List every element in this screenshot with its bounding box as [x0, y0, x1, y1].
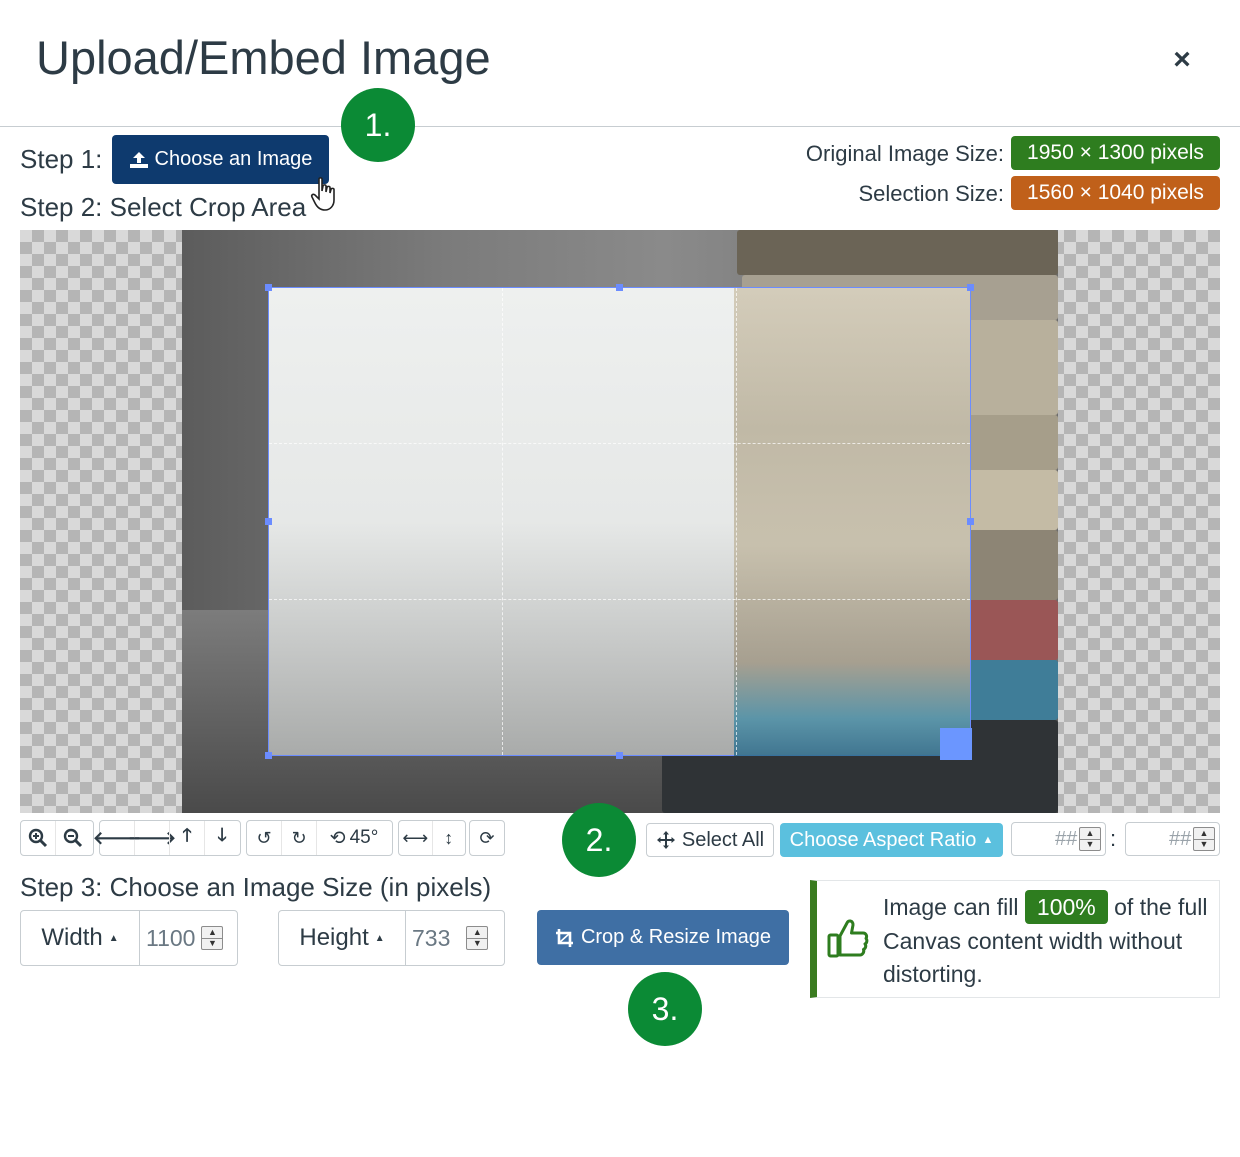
width-label: Width: [41, 924, 103, 951]
aspect-ratio-label: Choose Aspect Ratio: [789, 828, 977, 851]
spin-up-icon: ▲: [1199, 827, 1209, 838]
flip-vertical-icon: ↕: [444, 827, 454, 848]
arrow-down-icon: 🡓: [217, 825, 227, 845]
crop-resize-button[interactable]: Crop & Resize Image: [537, 910, 789, 965]
reset-group: ⟳: [469, 820, 505, 856]
rotate-45-button[interactable]: ⟲ 45°: [316, 821, 391, 855]
ratio-separator: :: [1110, 826, 1117, 851]
rotate-left-icon: ↺: [256, 827, 272, 848]
callout-2: 2.: [562, 803, 636, 877]
rotate-icon: ⟲: [329, 827, 346, 849]
fill-percent-badge: 100%: [1024, 890, 1108, 924]
crop-canvas[interactable]: [20, 230, 1220, 813]
caret-up-icon: ▲: [374, 932, 385, 944]
caret-up-icon: ▲: [982, 834, 994, 846]
crop-icon: [555, 928, 573, 947]
crop-handle-nw[interactable]: [265, 284, 272, 291]
caret-up-icon: ▲: [108, 932, 119, 944]
height-dropdown[interactable]: Height ▲: [279, 911, 406, 965]
ratio-height-stepper[interactable]: ▲ ▼: [1193, 827, 1215, 851]
crop-selection[interactable]: [265, 284, 974, 760]
step3-label: Step 3: Choose an Image Size (in pixels): [20, 872, 492, 902]
flip-vertical-button[interactable]: ↕: [431, 821, 466, 855]
ratio-height-input[interactable]: ## ▲ ▼: [1125, 822, 1220, 856]
callout-1: 1.: [341, 88, 415, 162]
height-stepper[interactable]: ▲ ▼: [466, 926, 489, 950]
rotate-group: ↺ ↻ ⟲ 45°: [246, 820, 393, 856]
thumbs-up-icon: [827, 919, 869, 958]
step1-label: Step 1:: [20, 144, 103, 174]
refresh-icon: ⟳: [479, 827, 495, 848]
width-stepper[interactable]: ▲ ▼: [201, 926, 224, 950]
choose-image-button[interactable]: Choose an Image: [112, 135, 329, 184]
select-all-button[interactable]: Select All: [646, 823, 774, 857]
move-down-button[interactable]: 🡓: [204, 821, 239, 855]
width-control: Width ▲ 1100 ▲ ▼: [20, 910, 238, 966]
move-up-button[interactable]: 🡑: [169, 821, 204, 855]
fit-notice-text: Image can fill 100% of the full Canvas c…: [883, 890, 1219, 992]
crop-resize-label: Crop & Resize Image: [580, 926, 772, 948]
width-input[interactable]: 1100 ▲ ▼: [140, 911, 224, 965]
close-button[interactable]: ×: [1164, 40, 1200, 80]
reset-button[interactable]: ⟳: [470, 821, 504, 855]
spin-up-icon: ▲: [472, 926, 482, 937]
dialog-title: Upload/Embed Image: [36, 31, 491, 84]
ratio-width-input[interactable]: ## ▲ ▼: [1011, 822, 1106, 856]
step2-label: Step 2: Select Crop Area: [20, 192, 307, 222]
original-size-badge: 1950 × 1300 pixels: [1011, 136, 1220, 170]
spin-down-icon: ▼: [1194, 838, 1214, 851]
zoom-in-icon: [28, 828, 48, 848]
width-dropdown[interactable]: Width ▲: [21, 911, 140, 965]
rotate-right-button[interactable]: ↻: [281, 821, 316, 855]
selection-size-badge: 1560 × 1040 pixels: [1011, 176, 1220, 210]
move-group: 🡐 🡒 🡑 🡓: [93, 820, 241, 856]
aspect-ratio-dropdown[interactable]: Choose Aspect Ratio ▲: [780, 823, 1003, 857]
spin-down-icon: ▼: [1080, 838, 1100, 851]
move-right-button[interactable]: 🡒: [128, 821, 176, 855]
ratio-width-placeholder: ##: [1054, 827, 1077, 850]
move-arrows-icon: [656, 831, 675, 849]
hand-cursor-icon: [310, 177, 335, 211]
flip-group: ⟷ ↕: [398, 820, 466, 856]
ratio-width-stepper[interactable]: ▲ ▼: [1079, 827, 1101, 851]
upload-icon: [129, 151, 148, 168]
crop-handle-n[interactable]: [616, 284, 623, 291]
height-label: Height: [299, 924, 369, 951]
spin-up-icon: ▲: [208, 926, 217, 937]
notice-text-before: Image can fill: [883, 894, 1019, 920]
zoom-in-button[interactable]: [21, 821, 55, 855]
original-size-label: Original Image Size:: [805, 141, 1004, 166]
flip-horizontal-button[interactable]: ⟷: [399, 821, 432, 855]
spin-down-icon: ▼: [467, 937, 488, 950]
spin-down-icon: ▼: [202, 937, 223, 950]
ratio-height-placeholder: ##: [1168, 827, 1191, 850]
width-value: 1100: [146, 924, 196, 951]
height-control: Height ▲ 733 ▲ ▼: [278, 910, 505, 966]
select-all-label: Select All: [681, 828, 765, 851]
rotate-45-label: 45°: [349, 827, 379, 848]
crop-handle-w[interactable]: [265, 518, 272, 525]
choose-image-label: Choose an Image: [154, 148, 313, 170]
header-divider: [0, 126, 1240, 127]
zoom-out-button[interactable]: [55, 821, 90, 855]
crop-handle-sw[interactable]: [265, 752, 272, 759]
crop-handle-se[interactable]: [940, 728, 972, 760]
callout-3: 3.: [628, 972, 702, 1046]
rotate-left-button[interactable]: ↺: [247, 821, 281, 855]
height-value: 733: [412, 924, 451, 951]
spin-up-icon: ▲: [1085, 827, 1095, 838]
arrow-up-icon: 🡑: [182, 825, 192, 845]
rotate-right-icon: ↻: [291, 827, 307, 848]
height-input[interactable]: 733 ▲ ▼: [406, 911, 489, 965]
zoom-group: [20, 820, 94, 856]
crop-handle-e[interactable]: [967, 518, 974, 525]
zoom-out-icon: [63, 828, 83, 848]
flip-horizontal-icon: ⟷: [402, 827, 429, 848]
crop-handle-ne[interactable]: [967, 284, 974, 291]
selection-size-label: Selection Size:: [858, 181, 1004, 206]
fit-notice: Image can fill 100% of the full Canvas c…: [810, 880, 1220, 998]
close-icon: ×: [1173, 43, 1191, 76]
crop-handle-s[interactable]: [616, 752, 623, 759]
